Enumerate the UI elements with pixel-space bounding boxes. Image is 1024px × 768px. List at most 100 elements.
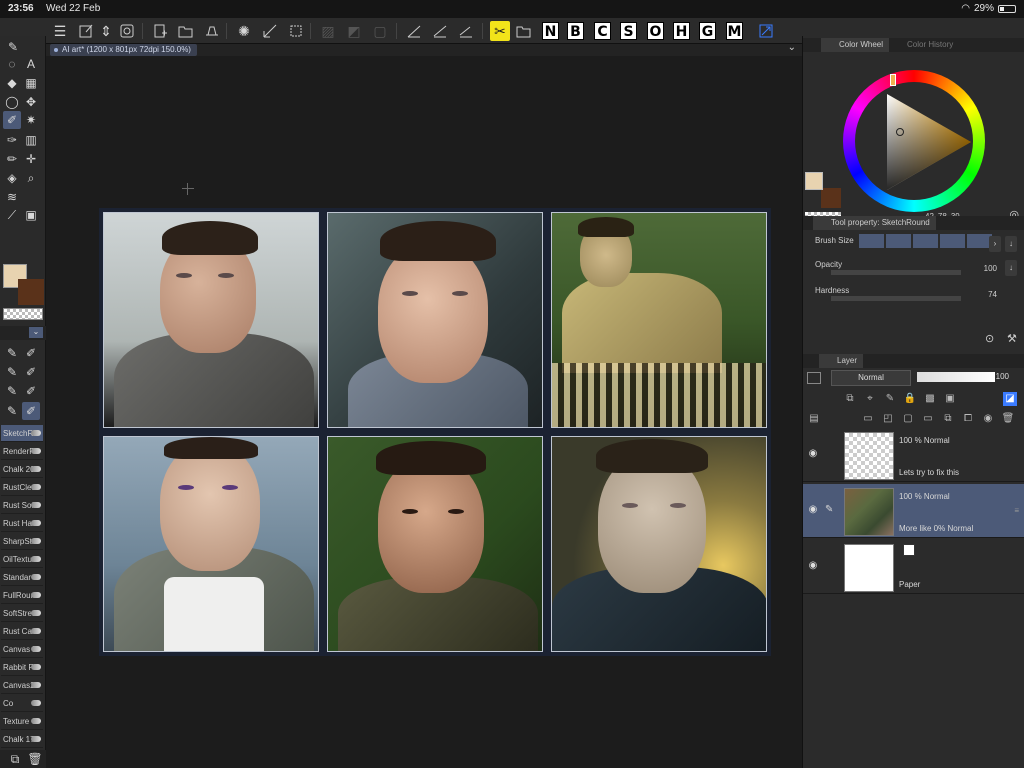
brush-item[interactable]: OilTextur xyxy=(1,551,43,568)
brush-item[interactable]: Standar xyxy=(1,569,43,586)
duplicate-icon[interactable]: ⧉ xyxy=(6,750,24,768)
reference-icon[interactable]: ⌖ xyxy=(863,392,877,406)
brush-item[interactable]: Canvas2 xyxy=(1,677,43,694)
eye-icon[interactable]: ◉ xyxy=(807,504,819,515)
brush-item[interactable]: RustClea xyxy=(1,479,43,496)
hardness-slider[interactable] xyxy=(831,296,961,301)
pen-variant-icon[interactable]: ✎ xyxy=(3,344,21,362)
document-tab[interactable]: AI art* (1200 x 801px 72dpi 150.0%) xyxy=(50,44,197,56)
blend-mode-select[interactable]: Normal xyxy=(831,370,911,386)
deselect-icon[interactable]: ▢ xyxy=(370,21,390,41)
brush-item[interactable]: Rust Hard xyxy=(1,515,43,532)
brush-item[interactable]: Canvas P xyxy=(1,641,43,658)
edit-icon[interactable] xyxy=(76,21,96,41)
brush-item[interactable]: Texture C xyxy=(1,713,43,730)
crop-icon[interactable] xyxy=(286,21,306,41)
new-folder-icon[interactable]: ▭ xyxy=(921,412,935,426)
new-raster-layer-icon[interactable]: ▭ xyxy=(861,412,875,426)
magic-wand-icon[interactable]: ✷ xyxy=(22,111,40,129)
trash-icon[interactable]: 🗑 xyxy=(1001,412,1015,426)
color-wheel[interactable] xyxy=(843,70,985,212)
shortcut-g-button[interactable]: G xyxy=(699,22,716,40)
save-icon[interactable] xyxy=(202,21,222,41)
shortcut-h-button[interactable]: H xyxy=(673,22,690,40)
marker-icon[interactable]: ✐ xyxy=(22,402,40,420)
new-vector-layer-icon[interactable]: ◰ xyxy=(881,412,895,426)
drag-handle-icon[interactable]: ≡ xyxy=(1014,506,1019,515)
eraser-icon[interactable]: ◈ xyxy=(3,169,21,187)
artwork-document[interactable] xyxy=(99,208,771,656)
color-picker-dot[interactable] xyxy=(896,128,904,136)
opacity-slider[interactable] xyxy=(831,270,961,275)
layer-opacity-slider[interactable] xyxy=(917,372,995,382)
marker-icon[interactable]: ✐ xyxy=(22,382,40,400)
fullscreen-icon[interactable] xyxy=(756,21,776,41)
brush-item[interactable]: Co xyxy=(1,695,43,712)
brush-item[interactable]: Rust Can xyxy=(1,623,43,640)
hue-marker[interactable] xyxy=(890,74,896,86)
pencil-icon[interactable]: ✏ xyxy=(3,150,21,168)
layer-stack-icon[interactable]: ≋ xyxy=(3,188,21,206)
chevron-down-icon[interactable]: ⌄ xyxy=(788,42,796,53)
brush-item[interactable]: Chalk 20 xyxy=(1,461,43,478)
download-icon[interactable]: ↓ xyxy=(1005,236,1017,252)
chevron-down-icon[interactable]: ⌄ xyxy=(29,327,43,338)
brush-item[interactable]: SharpStr xyxy=(1,533,43,550)
layer-row[interactable]: ◉ 100 % Normal Lets try to fix this xyxy=(803,428,1024,482)
layer-row-paper[interactable]: ◉ Paper xyxy=(803,540,1024,594)
select-lasso-icon[interactable]: ◯ xyxy=(3,93,21,111)
highlight-icon[interactable]: ✂ xyxy=(490,21,510,41)
menu-icon[interactable]: ☰ xyxy=(50,21,70,41)
clip-layer-icon[interactable]: ⧉ xyxy=(843,392,857,406)
draft-icon[interactable]: ✎ xyxy=(883,392,897,406)
sub-color-swatch[interactable] xyxy=(821,188,841,208)
clip-icon[interactable] xyxy=(117,21,137,41)
lock-icon[interactable]: 🔒 xyxy=(903,392,917,406)
brush-item[interactable]: FullRoun xyxy=(1,587,43,604)
brush-item[interactable]: SoftStrea xyxy=(1,605,43,622)
eye-icon[interactable]: ◉ xyxy=(807,560,819,571)
fill-icon[interactable]: ◩ xyxy=(344,21,364,41)
pen-variant-icon[interactable]: ✎ xyxy=(3,402,21,420)
gradient-icon[interactable]: ▣ xyxy=(22,206,40,224)
folder-icon[interactable] xyxy=(514,21,534,41)
brush-stroke-icon[interactable] xyxy=(430,21,450,41)
layer-row-selected[interactable]: ◉ ✎ 100 % Normal More like 0% Normal ≡ xyxy=(803,484,1024,538)
tab-color-wheel[interactable]: Color Wheel xyxy=(821,38,890,52)
download-icon[interactable]: ↓ xyxy=(1005,260,1017,276)
saturation-triangle[interactable] xyxy=(885,92,973,192)
canvas-area[interactable] xyxy=(47,56,802,768)
mask-icon[interactable]: ▣ xyxy=(943,392,957,406)
tool-settings-icon[interactable]: ⊙ xyxy=(985,332,994,345)
shortcut-o-button[interactable]: O xyxy=(647,22,664,40)
tab-layer[interactable]: Layer xyxy=(819,354,864,368)
shortcut-b-button[interactable]: B xyxy=(567,22,584,40)
line-icon[interactable] xyxy=(456,21,476,41)
duplicate-layer-icon[interactable]: ⧠ xyxy=(961,412,975,426)
panel-layout-icon[interactable]: ▤ xyxy=(807,412,821,426)
layer-mask-icon[interactable] xyxy=(807,372,821,384)
trash-icon[interactable]: 🗑 xyxy=(26,750,44,768)
open-icon[interactable] xyxy=(176,21,196,41)
eyedropper-icon[interactable]: ✑ xyxy=(3,131,21,149)
new-layer-icon[interactable]: ▢ xyxy=(901,412,915,426)
main-color-swatch[interactable] xyxy=(805,172,823,190)
marker-icon[interactable]: ✐ xyxy=(22,344,40,362)
pen-icon[interactable]: ✐ xyxy=(3,111,21,129)
pen-variant-icon[interactable]: ✎ xyxy=(3,382,21,400)
brush-size-presets[interactable] xyxy=(859,234,992,248)
shortcut-s-button[interactable]: S xyxy=(620,22,637,40)
clear-icon[interactable]: ▨ xyxy=(318,21,338,41)
layer-opacity-value[interactable]: 100 xyxy=(996,372,1009,381)
tab-color-history[interactable]: Color History xyxy=(889,38,959,52)
shortcut-n-button[interactable]: N xyxy=(542,22,559,40)
zoom-icon[interactable]: ⌕ xyxy=(22,169,40,187)
marker-icon[interactable]: ✐ xyxy=(22,363,40,381)
transparent-swatch[interactable] xyxy=(3,308,43,320)
opacity-value[interactable]: 100 xyxy=(984,264,997,273)
brush-item[interactable]: Chalk 17 xyxy=(1,731,43,748)
sort-icon[interactable]: ⇕ xyxy=(96,21,116,41)
loading-icon[interactable]: ✺ xyxy=(234,21,254,41)
shortcut-c-button[interactable]: C xyxy=(594,22,611,40)
layer-color-icon[interactable]: ◪ xyxy=(1003,392,1017,406)
